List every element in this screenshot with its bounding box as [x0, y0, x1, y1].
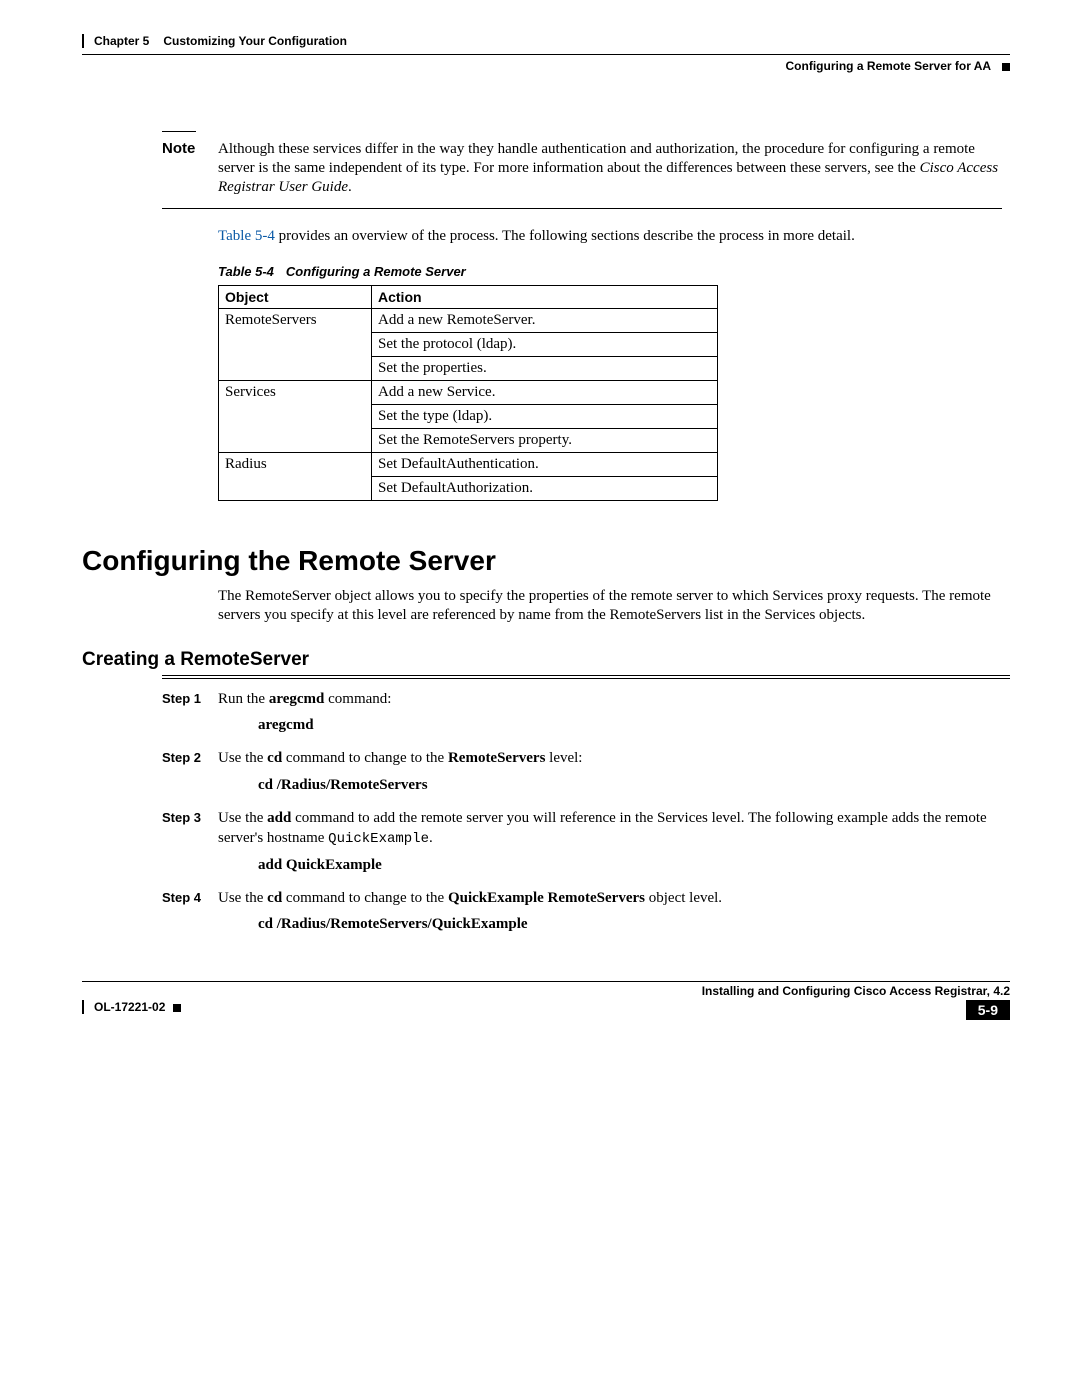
step-text: Use the	[218, 890, 267, 906]
step-body: Use the cd command to change to the Remo…	[218, 748, 1010, 768]
note-text: Although these services differ in the wa…	[218, 140, 1002, 198]
footer-doc-id: OL-17221-02	[94, 1000, 165, 1014]
step-label: Step 2	[162, 748, 218, 768]
header-section-title: Configuring a Remote Server for AA	[786, 59, 991, 73]
cell-object: Radius	[219, 452, 372, 500]
cell-action: Set the protocol (ldap).	[372, 332, 718, 356]
step-text: level:	[545, 750, 582, 766]
table-row: RemoteServers Add a new RemoteServer.	[219, 308, 718, 332]
section-heading: Configuring the Remote Server	[82, 545, 1010, 577]
note-block: Note Although these services differ in t…	[162, 131, 1002, 209]
config-table: Object Action RemoteServers Add a new Re…	[218, 285, 718, 501]
subsection-heading: Creating a RemoteServer	[82, 649, 1010, 671]
header-square-icon	[1002, 63, 1010, 71]
step-body: Use the add command to add the remote se…	[218, 808, 1010, 849]
footer-bottom: OL-17221-02 5-9	[82, 1000, 1010, 1020]
step-body: Use the cd command to change to the Quic…	[218, 888, 1010, 908]
chapter-title: Customizing Your Configuration	[163, 34, 347, 48]
page-number: 5-9	[966, 1000, 1010, 1020]
header-rule	[82, 54, 1010, 55]
double-rule	[162, 675, 1010, 679]
table-row: Services Add a new Service.	[219, 380, 718, 404]
th-object: Object	[219, 285, 372, 308]
chapter-label: Chapter 5	[94, 34, 149, 48]
cell-action: Add a new Service.	[372, 380, 718, 404]
step-text: Use the	[218, 810, 267, 826]
step-text: Use the	[218, 750, 267, 766]
footer-square-icon	[173, 1004, 181, 1012]
step-label: Step 3	[162, 808, 218, 849]
table-row: Radius Set DefaultAuthentication.	[219, 452, 718, 476]
step-label: Step 4	[162, 888, 218, 908]
step-hostname: QuickExample	[328, 831, 429, 847]
note-label: Note	[162, 140, 218, 198]
step-text: command to change to the	[282, 750, 448, 766]
cell-action: Add a new RemoteServer.	[372, 308, 718, 332]
intro-paragraph: Table 5-4 provides an overview of the pr…	[218, 227, 1002, 246]
step-text: .	[429, 830, 433, 846]
note-top-rule	[162, 131, 196, 132]
table-reference-link[interactable]: Table 5-4	[218, 228, 275, 244]
step-3: Step 3 Use the add command to add the re…	[162, 808, 1010, 849]
footer-left: OL-17221-02	[82, 1000, 185, 1014]
step-label: Step 1	[162, 689, 218, 709]
step-object-ref: RemoteServers	[448, 750, 545, 766]
step-text: object level.	[645, 890, 722, 906]
cell-action: Set the type (ldap).	[372, 404, 718, 428]
step-3-command: add QuickExample	[258, 857, 1010, 874]
cell-action: Set DefaultAuthorization.	[372, 476, 718, 500]
step-cmd-ref: cd	[267, 750, 282, 766]
table-title: Configuring a Remote Server	[286, 264, 466, 279]
section-intro: The RemoteServer object allows you to sp…	[218, 587, 1002, 625]
step-4-command: cd /Radius/RemoteServers/QuickExample	[258, 916, 1010, 933]
step-1: Step 1 Run the aregcmd command:	[162, 689, 1010, 709]
step-body: Run the aregcmd command:	[218, 689, 1010, 709]
step-text: command to change to the	[282, 890, 448, 906]
table-number: Table 5-4	[218, 264, 274, 279]
table-caption: Table 5-4 Configuring a Remote Server	[218, 264, 1010, 279]
header-section-right: Configuring a Remote Server for AA	[82, 59, 1010, 73]
footer-rule	[82, 981, 1010, 982]
th-action: Action	[372, 285, 718, 308]
table-header-row: Object Action	[219, 285, 718, 308]
step-cmd-ref: cd	[267, 890, 282, 906]
note-bottom-rule	[162, 208, 1002, 209]
step-text: Run the	[218, 691, 269, 707]
step-cmd-ref: aregcmd	[269, 691, 325, 707]
step-cmd-ref: add	[267, 810, 291, 826]
step-4: Step 4 Use the cd command to change to t…	[162, 888, 1010, 908]
running-header: Chapter 5 Customizing Your Configuration	[82, 34, 1010, 48]
step-text: command:	[324, 691, 391, 707]
step-object-ref: QuickExample RemoteServers	[448, 890, 645, 906]
cell-action: Set the properties.	[372, 356, 718, 380]
note-body: Although these services differ in the wa…	[218, 141, 975, 176]
note-period: .	[348, 179, 352, 195]
cell-action: Set DefaultAuthentication.	[372, 452, 718, 476]
cell-object: Services	[219, 380, 372, 452]
footer-book-title: Installing and Configuring Cisco Access …	[82, 984, 1010, 998]
intro-rest: provides an overview of the process. The…	[275, 228, 855, 244]
step-1-command: aregcmd	[258, 717, 1010, 734]
cell-object: RemoteServers	[219, 308, 372, 380]
cell-action: Set the RemoteServers property.	[372, 428, 718, 452]
step-2: Step 2 Use the cd command to change to t…	[162, 748, 1010, 768]
step-2-command: cd /Radius/RemoteServers	[258, 777, 1010, 794]
